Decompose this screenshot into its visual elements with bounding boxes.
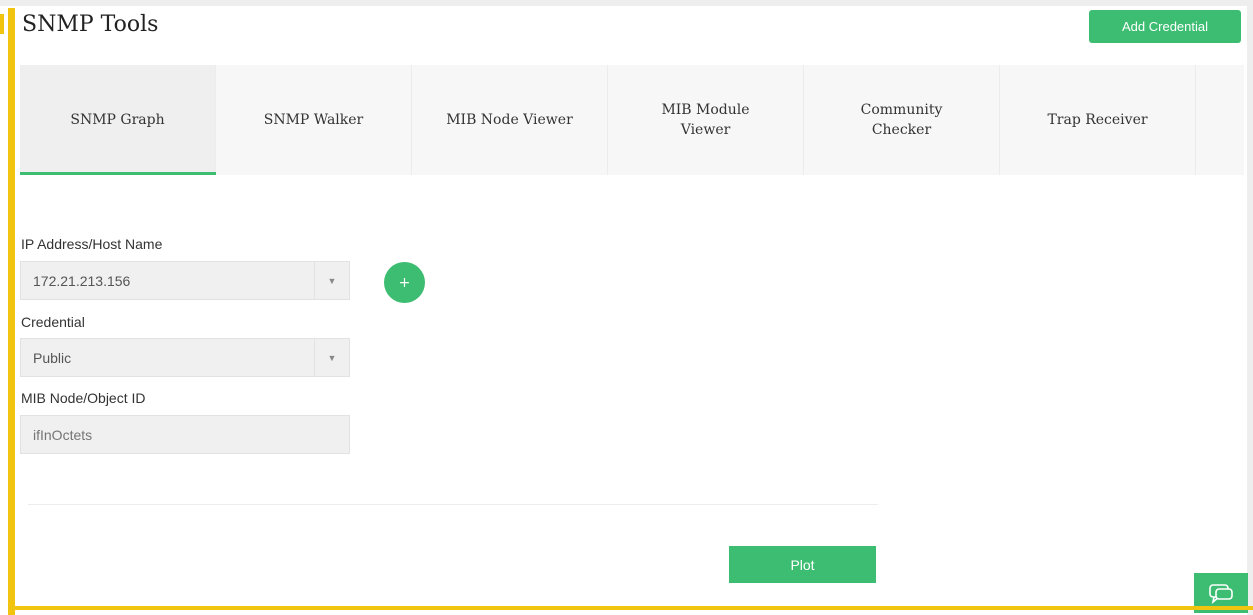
tab-trap-receiver[interactable]: Trap Receiver [1000, 65, 1196, 175]
mib-node-input[interactable] [33, 426, 333, 443]
tab-mib-module-viewer[interactable]: MIB Module Viewer [608, 65, 804, 175]
bottom-highlight-border [8, 606, 1253, 610]
tab-snmp-walker[interactable]: SNMP Walker [216, 65, 412, 175]
credential-value: Public [33, 349, 72, 366]
credential-label: Credential [21, 314, 85, 330]
tool-tabs: SNMP Graph SNMP Walker MIB Node Viewer M… [20, 65, 1244, 175]
tab-label: MIB Node Viewer [446, 112, 573, 128]
plus-icon: + [398, 274, 411, 291]
snmp-tools-page: SNMP Tools Add Credential SNMP Graph SNM… [0, 0, 1253, 615]
ip-address-label: IP Address/Host Name [21, 236, 163, 252]
tab-community-checker[interactable]: Community Checker [804, 65, 1000, 175]
ip-address-value: 172.21.213.156 [33, 272, 131, 289]
credential-select[interactable]: Public ▼ [20, 338, 350, 377]
ip-address-select[interactable]: 172.21.213.156 ▼ [20, 261, 350, 300]
mib-node-label: MIB Node/Object ID [21, 390, 146, 406]
chevron-down-icon[interactable]: ▼ [314, 339, 349, 376]
chat-icon [1209, 584, 1233, 604]
tab-strip-filler [1196, 65, 1244, 175]
top-strip [0, 0, 1253, 6]
plot-button[interactable]: Plot [729, 546, 876, 583]
tab-label: Trap Receiver [1047, 112, 1148, 128]
tab-mib-node-viewer[interactable]: MIB Node Viewer [412, 65, 608, 175]
page-title: SNMP Tools [22, 12, 159, 37]
mib-node-field[interactable] [20, 415, 350, 454]
tab-label: SNMP Walker [263, 112, 364, 128]
tab-label: MIB Module Viewer [661, 102, 750, 138]
tab-label: Community Checker [860, 102, 943, 138]
add-host-button[interactable]: + [384, 262, 425, 303]
left-highlight-border [8, 8, 15, 615]
tab-label: SNMP Graph [70, 112, 165, 128]
add-credential-button[interactable]: Add Credential [1089, 10, 1241, 43]
form-divider [28, 504, 878, 505]
right-edge [1247, 0, 1253, 615]
tab-snmp-graph[interactable]: SNMP Graph [20, 65, 216, 175]
chevron-down-icon[interactable]: ▼ [314, 262, 349, 299]
left-border-tick [0, 14, 4, 34]
